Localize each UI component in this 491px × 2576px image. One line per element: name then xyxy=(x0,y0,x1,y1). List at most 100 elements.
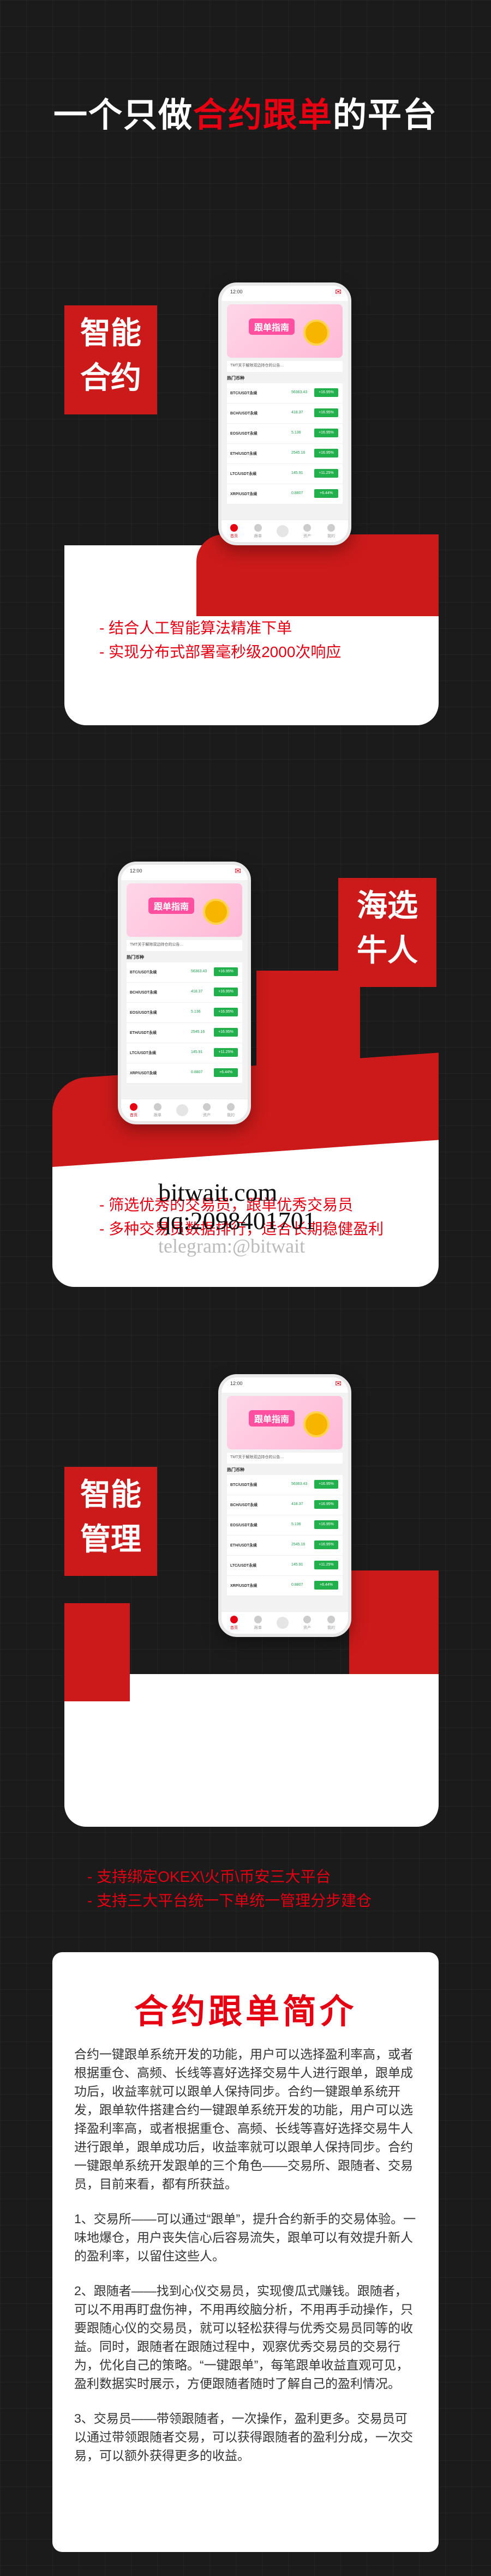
phone-tabbar: 首页 跟单 资产 我的 xyxy=(121,1099,248,1121)
market-row[interactable]: EOS/USDT永续 5.136 +16.95% xyxy=(127,1003,242,1023)
change-badge: +16.95% xyxy=(214,988,238,996)
price: 0.8807 xyxy=(291,491,303,495)
pair: LTC/USDT永续 xyxy=(230,1564,257,1568)
notice-bar[interactable]: TMT关于解除双边持仓的公告… xyxy=(227,361,343,372)
tag-line: 管理 xyxy=(80,1522,141,1556)
phone-mockup: 12:00 ✉ 跟单指南 TMT关于解除双边持仓的公告… 热门币种 BTC/US… xyxy=(218,1374,351,1637)
price: 0.8807 xyxy=(291,1583,303,1587)
market-row[interactable]: LTC/USDT永续 145.91 +11.25% xyxy=(127,1043,242,1063)
price: 418.37 xyxy=(291,411,303,414)
wallet-icon xyxy=(303,524,311,532)
wallet-icon xyxy=(203,1103,211,1111)
tab-label: 首页 xyxy=(230,1626,238,1630)
market-row[interactable]: XRP/USDT永续 0.8807 +6.44% xyxy=(227,484,343,504)
tab-assets[interactable]: 资产 xyxy=(299,1616,315,1630)
change-badge: +6.44% xyxy=(314,489,338,498)
change-badge: +16.95% xyxy=(314,1480,338,1489)
message-icon[interactable]: ✉ xyxy=(235,866,241,876)
wallet-icon xyxy=(303,1616,311,1623)
tab-follow[interactable]: 跟单 xyxy=(250,524,266,539)
tab-home[interactable]: 首页 xyxy=(226,524,242,539)
banner-title: 跟单指南 xyxy=(249,318,295,335)
phone-tabbar: 首页 跟单 资产 我的 xyxy=(221,1611,348,1634)
market-row[interactable]: XRP/USDT永续 0.8807 +6.44% xyxy=(227,1576,343,1596)
tab-assets[interactable]: 资产 xyxy=(299,524,315,539)
section3-red-shape-2 xyxy=(64,1603,130,1701)
bullet: 实现分布式部署毫秒级2000次响应 xyxy=(99,640,341,664)
market-row[interactable]: ETH/USDT永续 2545.16 +16.95% xyxy=(227,444,343,464)
hot-title: 热门币种 xyxy=(127,955,144,960)
bullet: 结合人工智能算法精准下单 xyxy=(99,616,341,640)
status-time: 12:00 xyxy=(230,1381,243,1386)
follow-icon xyxy=(254,1616,262,1623)
section3-bullets: 支持绑定OKEX\火币\币安三大平台 支持三大平台统一下单统一管理分步建仓 xyxy=(87,1865,372,1913)
price: 418.37 xyxy=(291,1502,303,1506)
tab-mine[interactable]: 我的 xyxy=(323,524,339,539)
tab-center[interactable] xyxy=(274,525,291,539)
section3-tag: 智能 管理 xyxy=(64,1467,157,1576)
intro-paragraph: 合约一键跟单系统开发的功能，用户可以选择盈利率高，或者根据重仓、高频、长线等喜好… xyxy=(74,2047,413,2191)
market-row[interactable]: ETH/USDT永续 2545.16 +16.95% xyxy=(127,1023,242,1043)
tab-label: 资产 xyxy=(303,1626,311,1630)
tab-mine[interactable]: 我的 xyxy=(223,1103,239,1118)
status-time: 12:00 xyxy=(230,289,243,294)
pair: LTC/USDT永续 xyxy=(130,1051,157,1055)
bullet: 支持绑定OKEX\火币\币安三大平台 xyxy=(87,1865,372,1889)
market-row[interactable]: BTC/USDT永续 56363.43 +16.95% xyxy=(227,1475,343,1495)
intro-paragraph: 1、交易所——可以通过“跟单”，提升合约新手的交易体验。一味地爆仓，用户丧失信心… xyxy=(74,2212,416,2263)
tab-home[interactable]: 首页 xyxy=(226,1616,242,1630)
market-row[interactable]: BCH/USDT永续 418.37 +16.95% xyxy=(227,404,343,424)
price: 2545.16 xyxy=(191,1030,205,1034)
tab-follow[interactable]: 跟单 xyxy=(149,1103,166,1118)
tab-label: 首页 xyxy=(130,1114,137,1117)
tab-center[interactable] xyxy=(174,1104,190,1118)
market-row[interactable]: BTC/USDT永续 56363.43 +16.95% xyxy=(227,383,343,404)
section1-red-shape xyxy=(196,534,439,616)
tab-center[interactable] xyxy=(274,1617,291,1630)
market-row[interactable]: LTC/USDT永续 145.91 +11.25% xyxy=(227,464,343,484)
tab-follow[interactable]: 跟单 xyxy=(250,1616,266,1630)
notice-bar[interactable]: TMT关于解除双边持仓的公告… xyxy=(227,1453,343,1464)
market-row[interactable]: ETH/USDT永续 2545.16 +16.95% xyxy=(227,1536,343,1556)
market-row[interactable]: BTC/USDT永续 56363.43 +16.95% xyxy=(127,962,242,983)
change-badge: +16.95% xyxy=(314,429,338,437)
intro-card: 合约跟单简介 合约一键跟单系统开发的功能，用户可以选择盈利率高，或者根据重仓、高… xyxy=(52,1952,439,2552)
change-badge: +16.95% xyxy=(314,449,338,458)
tab-label: 我的 xyxy=(227,1114,235,1117)
tab-label: 我的 xyxy=(327,1626,335,1630)
home-icon xyxy=(230,524,238,532)
market-row[interactable]: EOS/USDT永续 5.136 +16.95% xyxy=(227,1515,343,1536)
market-row[interactable]: EOS/USDT永续 5.136 +16.95% xyxy=(227,424,343,444)
coin-icon xyxy=(303,320,330,346)
pair: BTC/USDT永续 xyxy=(130,971,157,974)
intro-paragraph: 2、跟随者——找到心仪交易员，实现傻瓜式赚钱。跟随者，可以不用再盯盘伤神，不用再… xyxy=(74,2284,413,2391)
title-suffix: 的平台 xyxy=(333,97,438,134)
market-row[interactable]: XRP/USDT永续 0.8807 +6.44% xyxy=(127,1063,242,1084)
phone-status-bar: 12:00 ✉ xyxy=(121,865,248,880)
market-row[interactable]: LTC/USDT永续 145.91 +11.25% xyxy=(227,1556,343,1576)
center-icon xyxy=(277,525,289,537)
hot-title: 热门币种 xyxy=(227,1467,244,1472)
message-icon[interactable]: ✉ xyxy=(335,287,342,297)
page-title: 一个只做合约跟单的平台 xyxy=(0,87,491,136)
tag-line: 牛人 xyxy=(357,933,418,967)
notice-bar[interactable]: TMT关于解除双边持仓的公告… xyxy=(127,940,242,951)
message-icon[interactable]: ✉ xyxy=(335,1379,342,1388)
change-badge: +16.95% xyxy=(214,1008,238,1016)
bullet: 支持三大平台统一下单统一管理分步建仓 xyxy=(87,1889,372,1913)
user-icon xyxy=(227,1103,235,1111)
phone-banner[interactable]: 跟单指南 xyxy=(227,304,343,358)
phone-banner[interactable]: 跟单指南 xyxy=(127,883,242,937)
tab-assets[interactable]: 资产 xyxy=(199,1103,215,1118)
pair: BCH/USDT永续 xyxy=(230,412,258,416)
intro-paragraph: 3、交易员——带领跟随者，一次操作，盈利更多。交易员可以通过带领跟随者交易，可以… xyxy=(74,2411,413,2463)
phone-status-bar: 12:00 ✉ xyxy=(221,1377,348,1393)
tab-label: 跟单 xyxy=(154,1114,161,1117)
phone-banner[interactable]: 跟单指南 xyxy=(227,1396,343,1449)
tab-home[interactable]: 首页 xyxy=(125,1103,142,1118)
market-row[interactable]: BCH/USDT永续 418.37 +16.95% xyxy=(227,1495,343,1515)
tab-mine[interactable]: 我的 xyxy=(323,1616,339,1630)
change-badge: +16.95% xyxy=(214,1028,238,1037)
watermark-line: telegram:@bitwait xyxy=(158,1235,306,1257)
market-row[interactable]: BCH/USDT永续 418.37 +16.95% xyxy=(127,983,242,1003)
